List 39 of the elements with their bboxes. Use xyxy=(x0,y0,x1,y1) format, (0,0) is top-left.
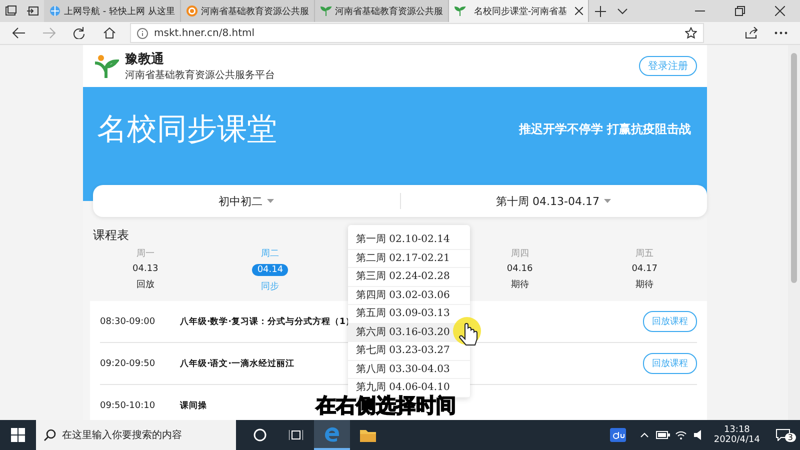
day-tab[interactable]: 周二 04.14 同步 xyxy=(208,247,333,293)
lesson-time: 08:30-09:00 xyxy=(100,316,156,326)
week-option[interactable]: 第三周 02.24-02.28 xyxy=(348,268,470,286)
lesson-title: 课间操 xyxy=(180,400,207,412)
sprout-logo-icon xyxy=(93,53,119,79)
sprout-icon xyxy=(454,5,466,17)
dropdown-selector[interactable]: 初中初二 xyxy=(93,192,400,210)
taskbar-clock[interactable]: 13:18 2020/4/14 xyxy=(708,425,766,445)
week-option[interactable]: 第八周 03.30-04.03 xyxy=(348,360,470,379)
logo-name: 豫教通 xyxy=(125,51,165,68)
week-option[interactable]: 第四周 03.02-03.06 xyxy=(348,286,470,305)
address-bar[interactable]: mskt.hner.cn/8.html xyxy=(130,23,704,43)
lesson-time: 09:20-09:50 xyxy=(100,358,156,368)
week-option[interactable]: 第二周 02.17-02.21 xyxy=(348,250,470,268)
notification-count: 3 xyxy=(784,433,796,442)
banner-slogan: 推迟开学不停学 打赢抗疫阻击战 xyxy=(518,121,691,138)
browser-tab[interactable]: 河南省基础教育资源公共服 xyxy=(180,0,315,22)
banner-title: 名校同步课堂 xyxy=(97,111,278,149)
section-title: 课程表 xyxy=(93,227,129,244)
caret-icon xyxy=(267,199,274,203)
close-icon[interactable] xyxy=(575,7,584,15)
dropdown-selector[interactable]: 第十周 04.13-04.17 xyxy=(400,192,707,210)
taskbar-search-field[interactable]: 在这里输入你要搜索的内容 xyxy=(36,420,236,450)
logo-subtitle: 河南省基础教育资源公共服务平台 xyxy=(125,68,275,82)
week-option[interactable]: 第一周 02.10-02.14 xyxy=(348,231,470,250)
search-icon xyxy=(44,429,56,441)
browser-tab[interactable]: 河南省基础教育资源公共服 xyxy=(314,0,449,22)
caret-icon xyxy=(604,199,612,203)
info-icon xyxy=(137,28,148,38)
day-tab[interactable]: 周五 04.17 期待 xyxy=(582,247,707,293)
edge-browser-icon[interactable] xyxy=(314,420,350,450)
day-tab[interactable]: 周一 04.13 回放 xyxy=(83,247,208,293)
sprout-icon xyxy=(320,5,332,17)
browser-tab[interactable]: 名校同步课堂-河南省基 xyxy=(448,0,590,22)
browser-tab[interactable]: 上网导航 - 轻快上网 从这里 xyxy=(44,0,181,22)
globe-icon xyxy=(49,5,61,17)
lesson-time: 09:50-10:10 xyxy=(100,400,156,410)
star-icon[interactable] xyxy=(685,27,697,39)
lesson-title: 八年级·语文·一滴水经过丽江 xyxy=(180,358,294,370)
